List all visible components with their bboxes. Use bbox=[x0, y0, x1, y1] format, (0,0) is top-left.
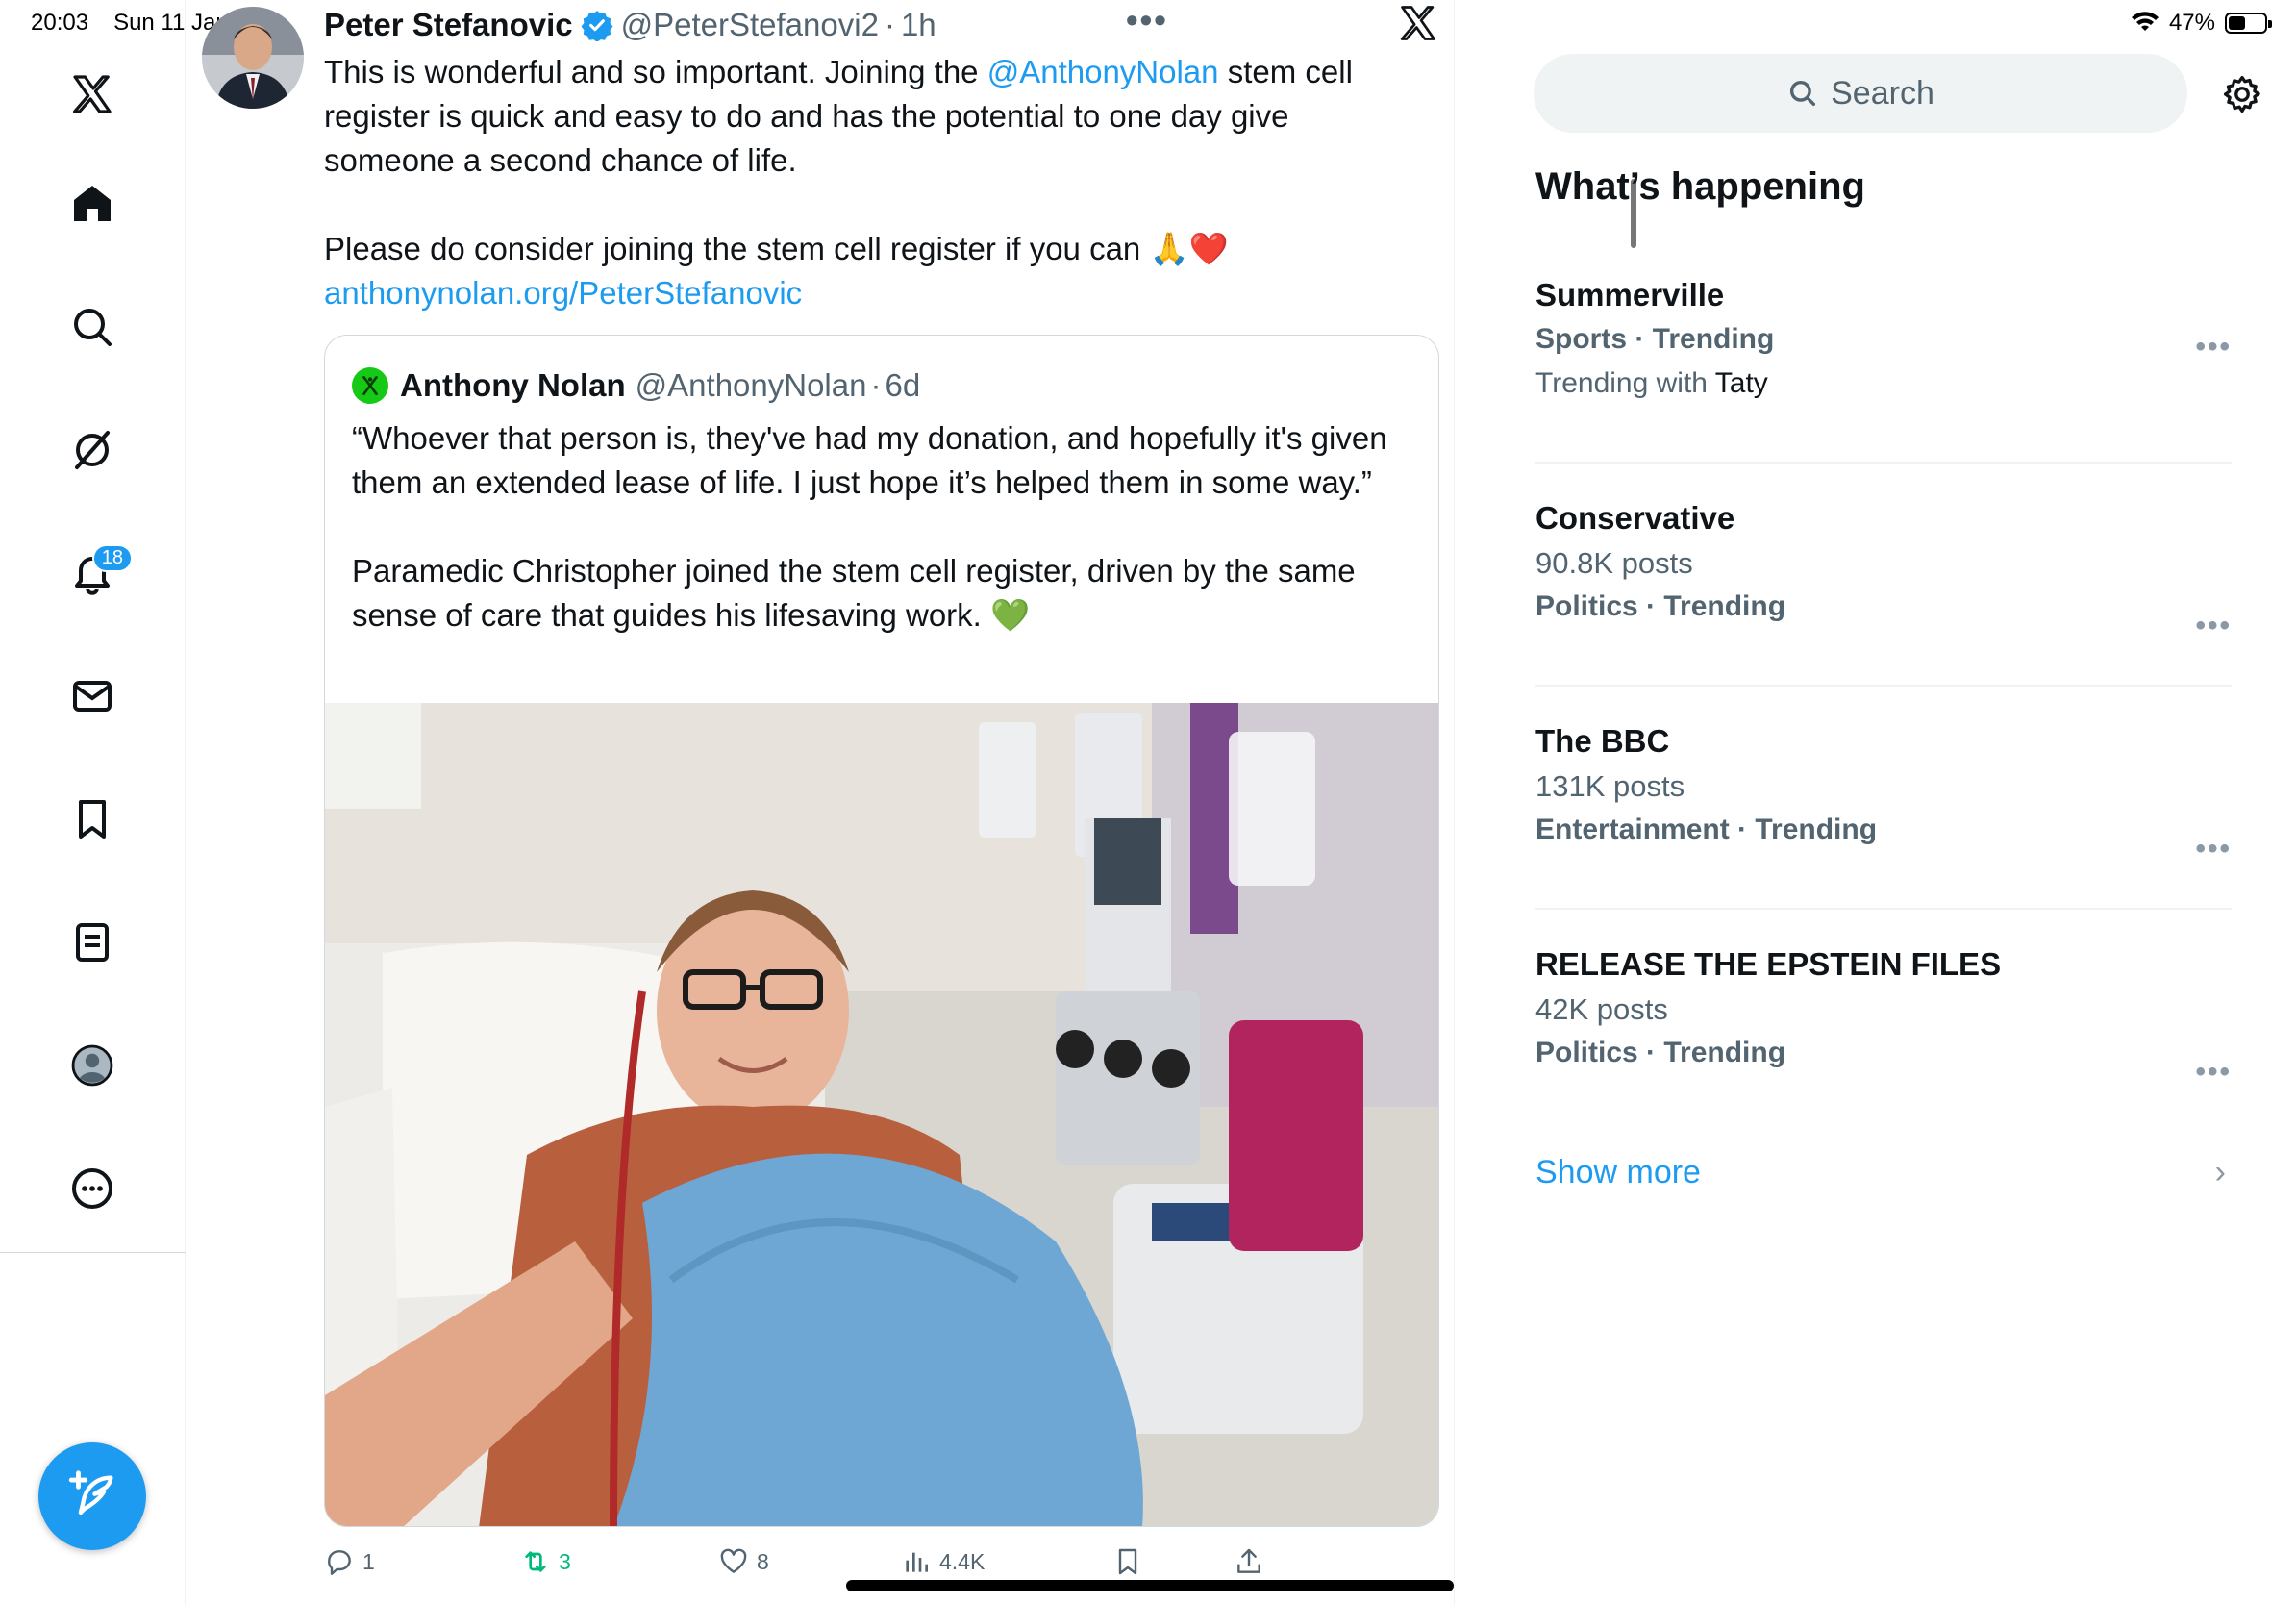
share-upload-icon bbox=[1237, 1548, 1260, 1573]
trend-more-icon[interactable]: ••• bbox=[2195, 610, 2232, 642]
x-logo-icon[interactable] bbox=[58, 60, 127, 129]
views-count: 4.4K bbox=[939, 1548, 986, 1574]
battery-icon bbox=[2225, 13, 2272, 34]
like-count: 8 bbox=[757, 1548, 769, 1574]
trend-post-count: 90.8K posts bbox=[1535, 546, 1693, 580]
reply-bubble-icon bbox=[328, 1550, 351, 1575]
side-navigation: 18 bbox=[0, 0, 186, 1604]
trend-post-count: 131K posts bbox=[1535, 769, 1685, 803]
post-more-options-icon[interactable]: ••• bbox=[1126, 0, 1168, 40]
trend-divider bbox=[1535, 908, 2232, 910]
tweet-text-paragraph-2: Please do consider joining the stem cell… bbox=[324, 231, 1229, 266]
verified-badge-icon bbox=[581, 11, 613, 41]
notifications-bell-icon[interactable]: 18 bbox=[58, 539, 133, 608]
trend-category: Entertainment · Trending bbox=[1535, 814, 1878, 845]
compose-post-button[interactable] bbox=[38, 1442, 146, 1550]
repost-count: 3 bbox=[559, 1548, 571, 1574]
trend-item[interactable]: The BBC 131K posts Entertainment · Trend… bbox=[1535, 723, 2232, 865]
whats-happening-title: What’s happening bbox=[1535, 165, 1865, 208]
heart-icon bbox=[720, 1548, 747, 1573]
wifi-icon bbox=[2131, 12, 2159, 31]
search-bar[interactable]: Search bbox=[1534, 54, 2187, 133]
trend-title: The BBC bbox=[1535, 723, 1670, 759]
quote-author-handle[interactable]: @AnthonyNolan bbox=[636, 367, 867, 404]
trend-divider bbox=[1535, 462, 2232, 464]
battery-level bbox=[2229, 16, 2245, 30]
author-handle[interactable]: @PeterStefanovi2 bbox=[621, 7, 879, 43]
share-button[interactable] bbox=[1234, 1546, 1264, 1577]
trend-more-icon[interactable]: ••• bbox=[2195, 1056, 2232, 1089]
bookmark-button[interactable] bbox=[1112, 1546, 1143, 1577]
bookmark-icon bbox=[1118, 1548, 1137, 1575]
nav-divider bbox=[0, 1252, 186, 1253]
mention-link[interactable]: @AnthonyNolan bbox=[987, 54, 1219, 89]
home-icon[interactable] bbox=[58, 169, 127, 238]
trending-with-term[interactable]: Taty bbox=[1715, 367, 1768, 399]
trend-category: Politics · Trending bbox=[1535, 1037, 1786, 1068]
trend-item[interactable]: Summerville Sports · Trending Trending w… bbox=[1535, 277, 2232, 400]
messages-envelope-icon[interactable] bbox=[58, 662, 127, 731]
quote-photo[interactable] bbox=[325, 703, 1438, 1526]
trend-more-icon[interactable]: ••• bbox=[2195, 331, 2232, 363]
trend-title: Conservative bbox=[1535, 500, 1735, 536]
chevron-right-icon: › bbox=[2214, 1154, 2226, 1190]
search-placeholder: Search bbox=[1831, 74, 1934, 112]
x-close-icon[interactable] bbox=[1397, 2, 1439, 44]
trend-trending-with: Trending with Taty bbox=[1535, 367, 2232, 400]
trend-category: Politics · Trending bbox=[1535, 590, 1786, 622]
tweet-text: This is wonderful and so important. Join… bbox=[324, 50, 1410, 315]
anthony-nolan-logo-icon bbox=[352, 367, 388, 404]
author-name[interactable]: Peter Stefanovic bbox=[324, 7, 573, 43]
trending-with-label: Trending with bbox=[1535, 367, 1708, 399]
views-chart-icon bbox=[906, 1552, 928, 1572]
reply-button[interactable]: 1 bbox=[324, 1546, 375, 1577]
search-icon bbox=[1790, 80, 1816, 107]
views-button[interactable]: 4.4K bbox=[901, 1546, 985, 1577]
battery-percent: 47% bbox=[2168, 10, 2215, 36]
grok-icon[interactable] bbox=[58, 415, 127, 485]
trend-item[interactable]: Conservative 90.8K posts Politics · Tren… bbox=[1535, 500, 2232, 641]
tweet-text-part: This is wonderful and so important. Join… bbox=[324, 54, 987, 89]
external-link[interactable]: anthonynolan.org/PeterStefanovic bbox=[324, 271, 1410, 315]
quote-author-name[interactable]: Anthony Nolan bbox=[400, 367, 626, 404]
repost-button[interactable]: 3 bbox=[520, 1546, 571, 1577]
more-options-icon[interactable] bbox=[58, 1154, 127, 1223]
trend-title: RELEASE THE EPSTEIN FILES bbox=[1535, 946, 2002, 982]
trend-post-count: 42K posts bbox=[1535, 992, 1668, 1026]
home-indicator[interactable] bbox=[846, 1580, 1454, 1591]
feather-plus-icon bbox=[68, 1470, 113, 1516]
quote-header: Anthony Nolan @AnthonyNolan · 6d bbox=[352, 364, 920, 407]
trend-divider bbox=[1535, 685, 2232, 687]
settings-gear-icon[interactable] bbox=[2221, 73, 2263, 115]
quote-text: “Whoever that person is, they've had my … bbox=[352, 420, 1387, 633]
show-more-label: Show more bbox=[1535, 1154, 1701, 1190]
quote-separator: · bbox=[870, 367, 882, 403]
search-icon[interactable] bbox=[58, 292, 127, 362]
quoted-tweet[interactable]: Anthony Nolan @AnthonyNolan · 6d “Whoeve… bbox=[324, 335, 1439, 1527]
reply-count: 1 bbox=[362, 1548, 375, 1574]
status-bar-right: 47% bbox=[2131, 10, 2272, 37]
quote-time[interactable]: 6d bbox=[885, 367, 920, 404]
like-button[interactable]: 8 bbox=[718, 1546, 769, 1577]
trend-title: Summerville bbox=[1535, 277, 1725, 313]
header-separator: · bbox=[884, 7, 895, 42]
show-more-link[interactable]: Show more › bbox=[1535, 1154, 2232, 1191]
repost-icon bbox=[525, 1551, 546, 1572]
tweet-header: Peter Stefanovic @PeterStefanovi2 · 1h bbox=[324, 4, 1401, 46]
trend-category: Sports · Trending bbox=[1535, 323, 1775, 355]
tweet-detail-column: Peter Stefanovic @PeterStefanovi2 · 1h •… bbox=[186, 0, 1636, 1604]
lists-icon[interactable] bbox=[58, 908, 127, 977]
trend-item[interactable]: RELEASE THE EPSTEIN FILES 42K posts Poli… bbox=[1535, 946, 2232, 1088]
notifications-badge: 18 bbox=[91, 544, 133, 572]
profile-avatar-icon[interactable] bbox=[58, 1031, 127, 1100]
post-time[interactable]: 1h bbox=[901, 7, 936, 43]
author-avatar[interactable] bbox=[202, 7, 304, 109]
trend-more-icon[interactable]: ••• bbox=[2195, 833, 2232, 865]
bookmarks-icon[interactable] bbox=[58, 785, 127, 854]
